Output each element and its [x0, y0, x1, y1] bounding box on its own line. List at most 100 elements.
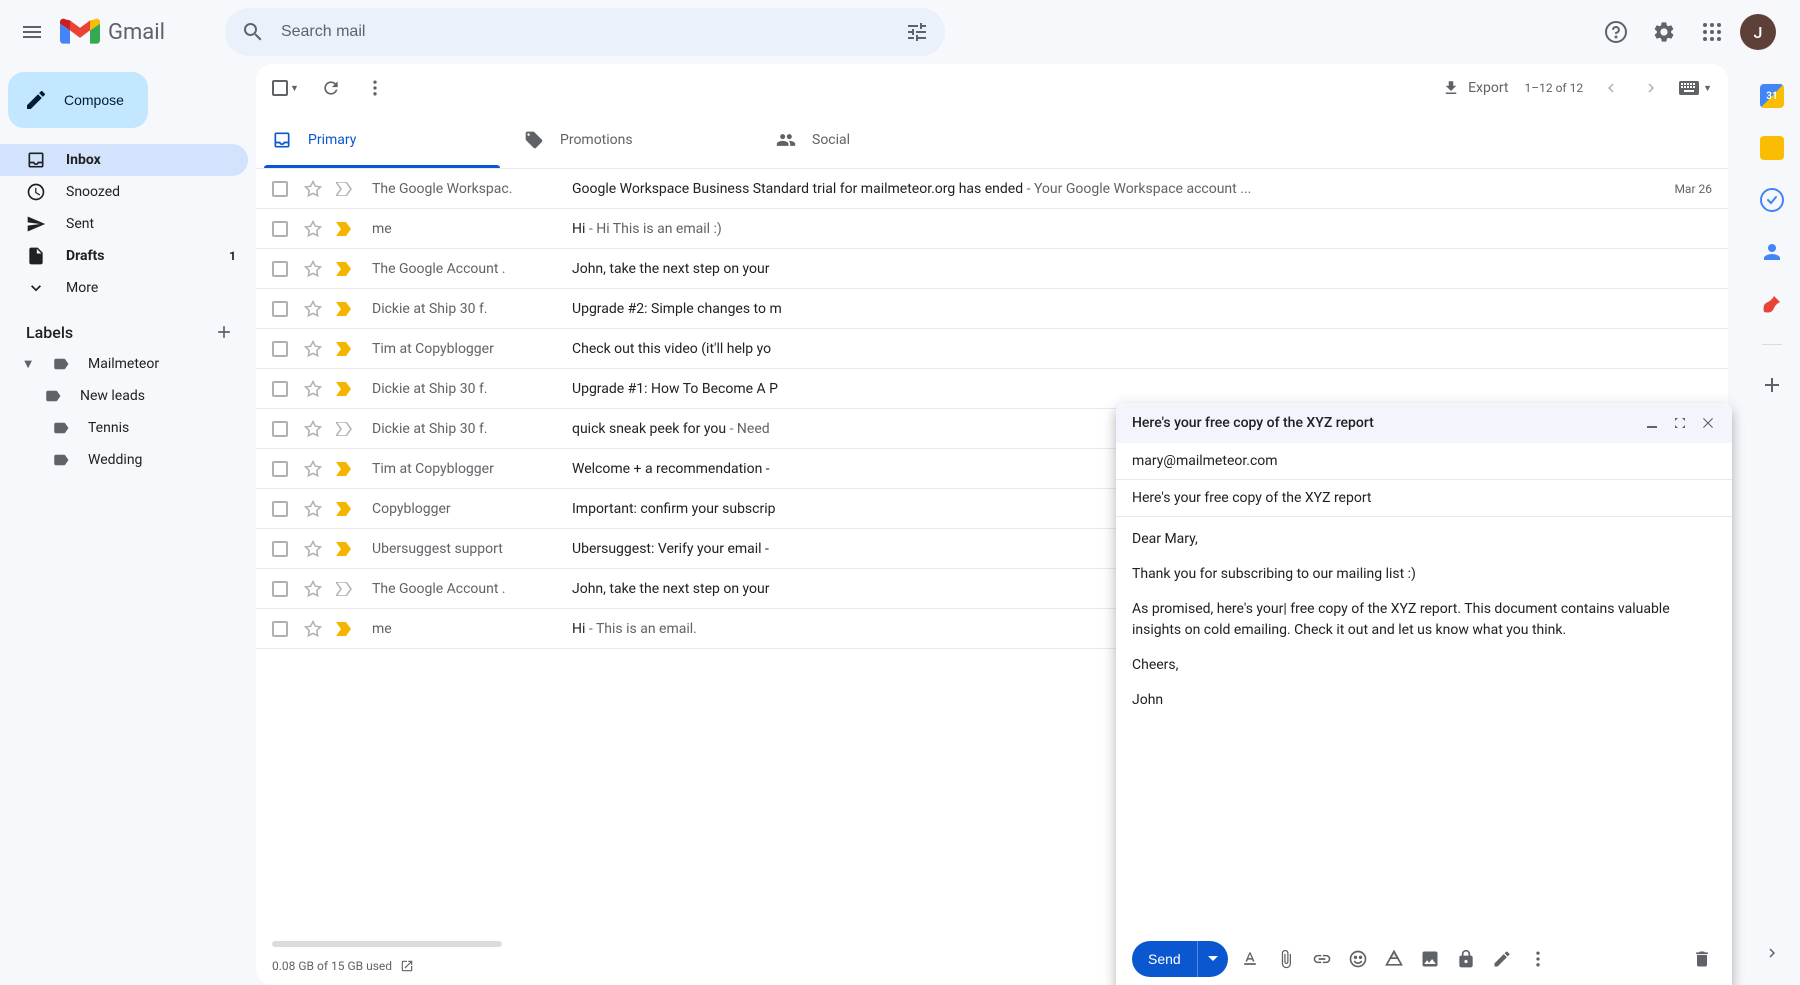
refresh-icon[interactable]: [319, 76, 343, 100]
important-marker-icon[interactable]: [336, 502, 354, 516]
search-bar[interactable]: [225, 8, 945, 56]
gmail-logo[interactable]: Gmail: [60, 17, 165, 47]
export-button[interactable]: Export: [1442, 79, 1508, 97]
important-marker-icon[interactable]: [336, 302, 354, 316]
label-item-tennis[interactable]: Tennis: [0, 412, 256, 444]
discard-icon[interactable]: [1692, 949, 1712, 969]
compose-more-icon[interactable]: [1528, 949, 1548, 969]
confidential-icon[interactable]: [1456, 949, 1476, 969]
emoji-icon[interactable]: [1348, 949, 1368, 969]
send-options-icon[interactable]: [1197, 941, 1228, 977]
tab-primary[interactable]: Primary: [256, 112, 508, 168]
signature-icon[interactable]: [1492, 949, 1512, 969]
attach-icon[interactable]: [1276, 949, 1296, 969]
important-marker-icon[interactable]: [336, 222, 354, 236]
send-button[interactable]: Send: [1132, 941, 1228, 977]
label-item-wedding[interactable]: Wedding: [0, 444, 256, 476]
important-marker-icon[interactable]: [336, 582, 354, 596]
star-icon[interactable]: [304, 380, 324, 398]
tab-promotions[interactable]: Promotions: [508, 112, 760, 168]
star-icon[interactable]: [304, 620, 324, 638]
main-menu-icon[interactable]: [8, 8, 56, 56]
email-row[interactable]: The Google Account .John, take the next …: [256, 249, 1728, 289]
email-row[interactable]: Dickie at Ship 30 f.Upgrade #2: Simple c…: [256, 289, 1728, 329]
label-item-mailmeteor[interactable]: ▶Mailmeteor: [0, 348, 256, 380]
important-marker-icon[interactable]: [336, 542, 354, 556]
format-icon[interactable]: [1240, 949, 1260, 969]
important-marker-icon[interactable]: [336, 422, 354, 436]
support-icon[interactable]: [1596, 12, 1636, 52]
minimize-icon[interactable]: [1644, 415, 1660, 431]
compose-button[interactable]: Compose: [8, 72, 148, 128]
email-checkbox[interactable]: [272, 621, 288, 637]
image-icon[interactable]: [1420, 949, 1440, 969]
more-icon[interactable]: [363, 76, 387, 100]
nav-item-snoozed[interactable]: Snoozed: [0, 176, 248, 208]
labels-add-button[interactable]: [212, 320, 236, 344]
close-icon[interactable]: [1700, 415, 1716, 431]
avatar[interactable]: J: [1740, 14, 1776, 50]
email-checkbox[interactable]: [272, 541, 288, 557]
email-row[interactable]: The Google Workspac.Google Workspace Bus…: [256, 169, 1728, 209]
email-checkbox[interactable]: [272, 181, 288, 197]
email-row[interactable]: Tim at CopybloggerCheck out this video (…: [256, 329, 1728, 369]
star-icon[interactable]: [304, 580, 324, 598]
page-prev-icon[interactable]: [1599, 76, 1623, 100]
search-icon[interactable]: [233, 12, 273, 52]
email-checkbox[interactable]: [272, 221, 288, 237]
compose-to-field[interactable]: mary@mailmeteor.com: [1116, 443, 1732, 480]
tab-social[interactable]: Social: [760, 112, 1012, 168]
email-checkbox[interactable]: [272, 581, 288, 597]
important-marker-icon[interactable]: [336, 622, 354, 636]
email-checkbox[interactable]: [272, 501, 288, 517]
star-icon[interactable]: [304, 460, 324, 478]
email-checkbox[interactable]: [272, 421, 288, 437]
footer-scrollbar[interactable]: [272, 941, 502, 947]
search-input[interactable]: [273, 23, 897, 41]
calendar-app-icon[interactable]: 31: [1760, 84, 1784, 108]
email-row[interactable]: meHi - Hi This is an email :): [256, 209, 1728, 249]
star-icon[interactable]: [304, 220, 324, 238]
keep-app-icon[interactable]: [1760, 136, 1784, 160]
addon-app-icon[interactable]: [1760, 292, 1784, 316]
important-marker-icon[interactable]: [336, 462, 354, 476]
star-icon[interactable]: [304, 180, 324, 198]
link-icon[interactable]: [1312, 949, 1332, 969]
compose-header[interactable]: Here's your free copy of the XYZ report: [1116, 403, 1732, 443]
fullscreen-icon[interactable]: [1672, 415, 1688, 431]
important-marker-icon[interactable]: [336, 262, 354, 276]
apps-icon[interactable]: [1692, 12, 1732, 52]
star-icon[interactable]: [304, 260, 324, 278]
important-marker-icon[interactable]: [336, 182, 354, 196]
star-icon[interactable]: [304, 300, 324, 318]
nav-item-inbox[interactable]: Inbox: [0, 144, 248, 176]
open-in-new-icon[interactable]: [400, 959, 414, 973]
drive-icon[interactable]: [1384, 949, 1404, 969]
settings-icon[interactable]: [1644, 12, 1684, 52]
compose-body[interactable]: Dear Mary, Thank you for subscribing to …: [1116, 517, 1732, 933]
nav-item-more[interactable]: More: [0, 272, 248, 304]
star-icon[interactable]: [304, 420, 324, 438]
contacts-app-icon[interactable]: [1760, 240, 1784, 264]
nav-item-drafts[interactable]: Drafts1: [0, 240, 248, 272]
star-icon[interactable]: [304, 340, 324, 358]
email-checkbox[interactable]: [272, 261, 288, 277]
star-icon[interactable]: [304, 540, 324, 558]
label-item-new-leads[interactable]: New leads: [0, 380, 256, 412]
input-tools-toggle[interactable]: ▼: [1679, 81, 1712, 95]
nav-item-sent[interactable]: Sent: [0, 208, 248, 240]
email-checkbox[interactable]: [272, 461, 288, 477]
side-panel-collapse-icon[interactable]: [1760, 941, 1784, 965]
email-checkbox[interactable]: [272, 341, 288, 357]
page-next-icon[interactable]: [1639, 76, 1663, 100]
important-marker-icon[interactable]: [336, 342, 354, 356]
get-addons-icon[interactable]: [1760, 373, 1784, 397]
email-checkbox[interactable]: [272, 301, 288, 317]
important-marker-icon[interactable]: [336, 382, 354, 396]
select-all-checkbox[interactable]: ▼: [272, 80, 299, 96]
star-icon[interactable]: [304, 500, 324, 518]
email-checkbox[interactable]: [272, 381, 288, 397]
tasks-app-icon[interactable]: [1760, 188, 1784, 212]
search-options-icon[interactable]: [897, 12, 937, 52]
compose-subject-field[interactable]: Here's your free copy of the XYZ report: [1116, 480, 1732, 517]
